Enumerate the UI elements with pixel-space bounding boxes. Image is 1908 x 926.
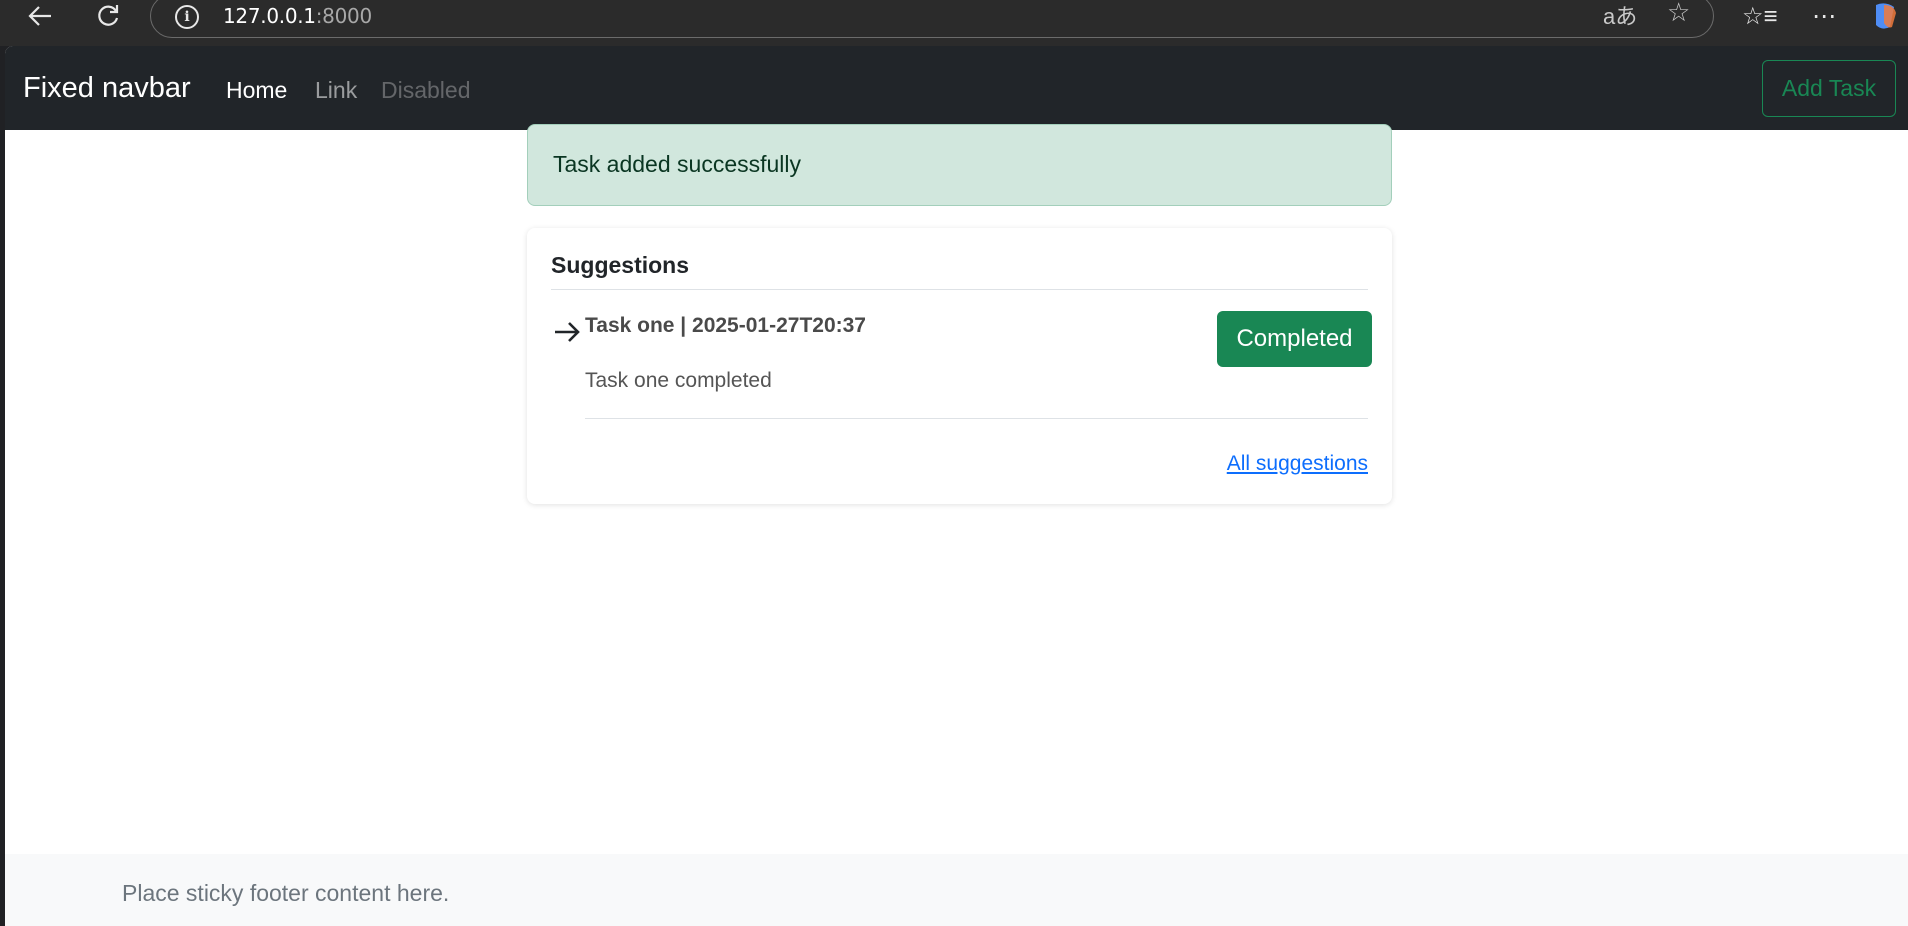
success-alert: Task added successfully [527, 124, 1392, 206]
more-icon[interactable]: ⋯ [1812, 0, 1836, 32]
address-bar[interactable]: i 127.0.0.1:8000 aあ ☆ [150, 0, 1714, 38]
card-title: Suggestions [551, 252, 690, 278]
nav-disabled-link: Disabled [381, 77, 471, 103]
add-task-button[interactable]: Add Task [1762, 60, 1896, 117]
nav-home-link[interactable]: Home [226, 77, 287, 104]
favorites-icon[interactable]: ☆≡ [1742, 0, 1778, 32]
site-info-icon[interactable]: i [175, 5, 199, 29]
all-suggestions-link[interactable]: All suggestions [1227, 452, 1368, 476]
suggestion-title: Task one | 2025-01-27T20:37 [585, 314, 866, 337]
footer-text: Place sticky footer content here. [122, 880, 450, 906]
completed-button[interactable]: Completed [1217, 311, 1372, 367]
navbar: Fixed navbar Home Link Disabled Add Task [5, 46, 1908, 130]
copilot-icon[interactable] [1870, 0, 1900, 32]
translate-icon[interactable]: aあ [1603, 0, 1637, 31]
page-viewport: Fixed navbar Home Link Disabled Add Task… [5, 46, 1908, 926]
sticky-footer: Place sticky footer content here. [5, 854, 1908, 926]
url-port: :8000 [315, 4, 372, 28]
reload-icon[interactable] [88, 0, 128, 32]
url-text[interactable]: 127.0.0.1:8000 [223, 4, 372, 28]
divider [551, 289, 1368, 290]
suggestions-card: Suggestions Task one | 2025-01-27T20:37 … [527, 228, 1392, 504]
navbar-brand[interactable]: Fixed navbar [23, 72, 191, 105]
back-arrow-icon[interactable] [20, 0, 60, 32]
divider [585, 418, 1368, 419]
star-icon[interactable]: ☆ [1667, 0, 1690, 28]
browser-toolbar: i 127.0.0.1:8000 aあ ☆ ☆≡ ⋯ [0, 0, 1908, 46]
alert-message: Task added successfully [553, 151, 802, 177]
suggestion-description: Task one completed [585, 369, 772, 392]
url-host: 127.0.0.1 [223, 4, 316, 28]
arrow-right-icon [553, 320, 581, 344]
nav-link-link[interactable]: Link [315, 77, 357, 104]
